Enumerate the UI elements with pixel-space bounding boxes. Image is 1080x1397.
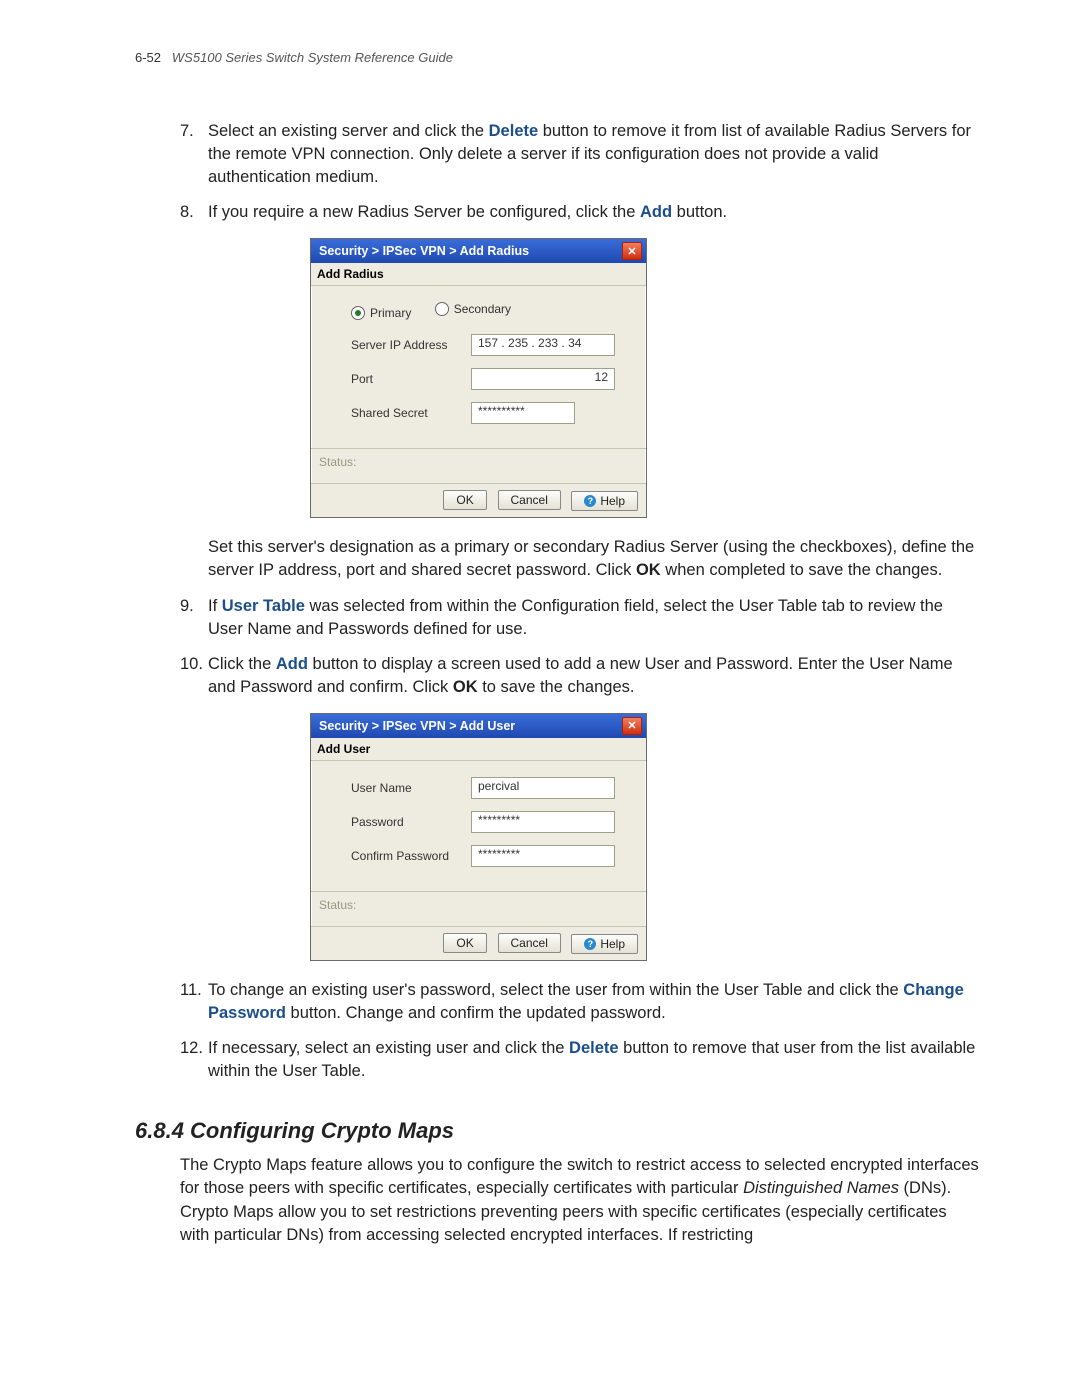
step-12: 12. If necessary, select an existing use… xyxy=(180,1037,980,1083)
step-text: Select an existing server and click the xyxy=(208,122,489,140)
step-text: was selected from within the Configurati… xyxy=(208,597,943,638)
keyword-delete: Delete xyxy=(569,1039,619,1057)
distinguished-names: Distinguished Names xyxy=(743,1179,899,1197)
step-number: 7. xyxy=(180,120,208,189)
step-number: 8. xyxy=(180,201,208,224)
section-body: The Crypto Maps feature allows you to co… xyxy=(180,1154,980,1246)
status-label: Status: xyxy=(311,891,646,926)
keyword-user-table: User Table xyxy=(222,597,305,615)
help-label: Help xyxy=(600,494,625,508)
dialog-subtitle: Add User xyxy=(311,738,646,761)
port-input[interactable]: 12 xyxy=(471,368,615,390)
step-text: to save the changes. xyxy=(478,678,635,696)
help-button[interactable]: ? Help xyxy=(571,934,638,954)
step-number: 10. xyxy=(180,653,208,699)
close-icon[interactable]: ✕ xyxy=(622,242,642,260)
server-ip-input[interactable]: 157 . 235 . 233 . 34 xyxy=(471,334,615,356)
keyword-add: Add xyxy=(640,203,672,221)
radio-label: Primary xyxy=(370,306,411,320)
dialog-title: Security > IPSec VPN > Add User xyxy=(319,719,622,733)
keyword-ok: OK xyxy=(636,561,661,579)
page-header: 6-52 WS5100 Series Switch System Referen… xyxy=(135,50,980,65)
ok-button[interactable]: OK xyxy=(443,933,487,953)
username-label: User Name xyxy=(351,781,471,795)
step-number: 12. xyxy=(180,1037,208,1083)
step-text: button. xyxy=(672,203,727,221)
keyword-add: Add xyxy=(276,655,308,673)
confirm-password-input[interactable]: ********* xyxy=(471,845,615,867)
step-number: 11. xyxy=(180,979,208,1025)
keyword-delete: Delete xyxy=(489,122,539,140)
guide-title: WS5100 Series Switch System Reference Gu… xyxy=(172,50,453,65)
page-number: 6-52 xyxy=(135,50,161,65)
help-icon: ? xyxy=(584,495,596,507)
help-button[interactable]: ? Help xyxy=(571,491,638,511)
step-8: 8. If you require a new Radius Server be… xyxy=(180,201,980,224)
step-11: 11. To change an existing user's passwor… xyxy=(180,979,980,1025)
step-text: To change an existing user's password, s… xyxy=(208,981,903,999)
step-number: 9. xyxy=(180,595,208,641)
server-ip-label: Server IP Address xyxy=(351,338,471,352)
step-10: 10. Click the Add button to display a sc… xyxy=(180,653,980,699)
close-icon[interactable]: ✕ xyxy=(622,717,642,735)
dialog-footer: OK Cancel ? Help xyxy=(311,483,646,517)
keyword-ok: OK xyxy=(453,678,478,696)
section-heading: 6.8.4 Configuring Crypto Maps xyxy=(135,1118,980,1144)
step-text: If you require a new Radius Server be co… xyxy=(208,203,640,221)
help-label: Help xyxy=(600,937,625,951)
ok-button[interactable]: OK xyxy=(443,490,487,510)
step-text: Click the xyxy=(208,655,276,673)
status-label: Status: xyxy=(311,448,646,483)
dialog-title: Security > IPSec VPN > Add Radius xyxy=(319,244,622,258)
cancel-button[interactable]: Cancel xyxy=(498,490,561,510)
step-9: 9. If User Table was selected from withi… xyxy=(180,595,980,641)
confirm-password-label: Confirm Password xyxy=(351,849,471,863)
password-label: Password xyxy=(351,815,471,829)
cancel-button[interactable]: Cancel xyxy=(498,933,561,953)
step-text: If xyxy=(208,597,222,615)
dialog-footer: OK Cancel ? Help xyxy=(311,926,646,960)
username-input[interactable]: percival xyxy=(471,777,615,799)
radio-label: Secondary xyxy=(454,302,511,316)
step-text: If necessary, select an existing user an… xyxy=(208,1039,569,1057)
add-radius-dialog: Security > IPSec VPN > Add Radius ✕ Add … xyxy=(310,238,647,518)
radio-primary[interactable]: Primary xyxy=(351,306,411,320)
dialog-subtitle: Add Radius xyxy=(311,263,646,286)
shared-secret-input[interactable]: ********** xyxy=(471,402,575,424)
step-8-followup: Set this server's designation as a prima… xyxy=(208,536,980,582)
step-text: button. Change and confirm the updated p… xyxy=(286,1004,666,1022)
step-7: 7. Select an existing server and click t… xyxy=(180,120,980,189)
help-icon: ? xyxy=(584,938,596,950)
add-user-dialog: Security > IPSec VPN > Add User ✕ Add Us… xyxy=(310,713,647,961)
radio-secondary[interactable]: Secondary xyxy=(435,302,511,316)
dialog-titlebar: Security > IPSec VPN > Add Radius ✕ xyxy=(311,239,646,263)
dialog-titlebar: Security > IPSec VPN > Add User ✕ xyxy=(311,714,646,738)
password-input[interactable]: ********* xyxy=(471,811,615,833)
port-label: Port xyxy=(351,372,471,386)
shared-secret-label: Shared Secret xyxy=(351,406,471,420)
